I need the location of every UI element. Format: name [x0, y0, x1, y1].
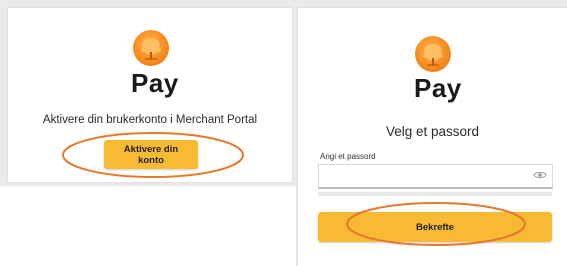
activate-account-button[interactable]: Aktivere din konto: [104, 140, 198, 169]
password-panel: Pay Velg et passord Angi et passord Bekr…: [298, 8, 567, 266]
tree-logo-icon: [133, 30, 169, 66]
input-underline-bar: [318, 192, 552, 196]
brand-name: Pay: [131, 68, 179, 98]
left-lower-panel: [0, 186, 296, 266]
choose-password-heading: Velg et passord: [385, 124, 480, 139]
activation-heading: Aktivere din brukerkonto i Merchant Port…: [42, 114, 258, 126]
password-field-wrapper: [318, 164, 553, 189]
brand-name: Pay: [414, 73, 462, 103]
eye-icon[interactable]: [533, 170, 547, 180]
confirm-button[interactable]: Bekrefte: [318, 212, 552, 242]
password-input[interactable]: [319, 165, 536, 185]
activation-panel: Pay Aktivere din brukerkonto i Merchant …: [8, 8, 292, 182]
password-label: Angi et passord: [320, 152, 376, 161]
tree-logo-icon: [415, 36, 451, 72]
